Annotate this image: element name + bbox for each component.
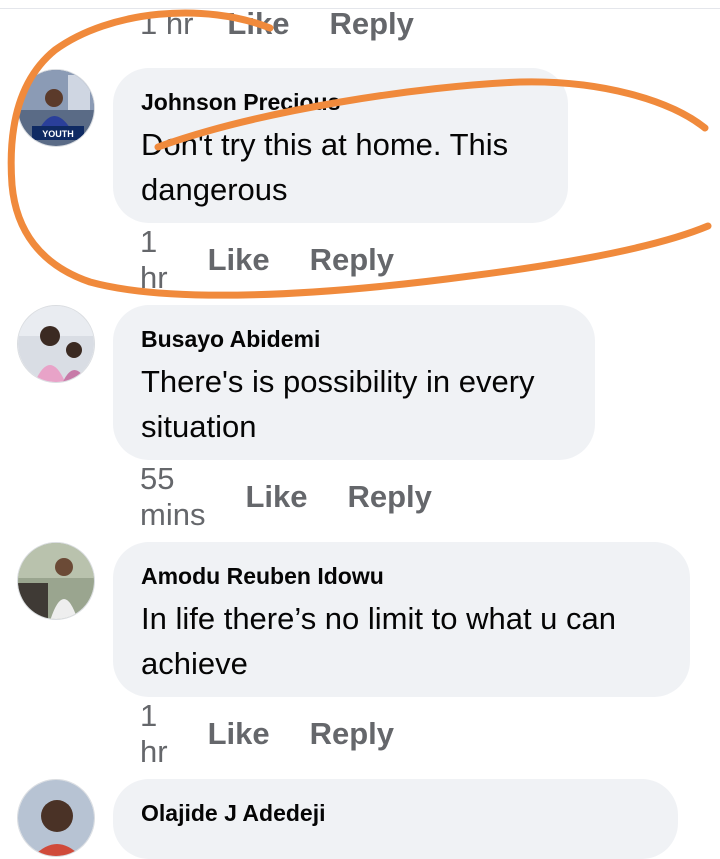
comment-actions: 55 mins Like Reply bbox=[140, 461, 432, 532]
comment-actions-previous: 1 hr Like Reply bbox=[140, 4, 414, 44]
avatar[interactable] bbox=[17, 305, 95, 383]
comment-text: Don't try this at home. This dangerous bbox=[141, 127, 509, 207]
comment-text: In life there’s no limit to what u can a… bbox=[141, 601, 617, 681]
comment-bubble[interactable]: Busayo Abidemi There's is possibility in… bbox=[113, 305, 595, 460]
avatar[interactable] bbox=[17, 779, 95, 857]
avatar[interactable]: YOUTH bbox=[17, 69, 95, 147]
timestamp[interactable]: 1 hr bbox=[140, 224, 168, 296]
like-button[interactable]: Like bbox=[208, 716, 270, 752]
comment-actions: 1 hr Like Reply bbox=[140, 224, 394, 295]
reply-button[interactable]: Reply bbox=[329, 6, 413, 42]
avatar-photo bbox=[18, 543, 94, 619]
like-button[interactable]: Like bbox=[208, 242, 270, 278]
timestamp[interactable]: 1 hr bbox=[140, 6, 193, 42]
author-name[interactable]: Johnson Precious bbox=[141, 88, 540, 116]
timestamp[interactable]: 55 mins bbox=[140, 461, 205, 533]
comment-bubble[interactable]: Amodu Reuben Idowu In life there’s no li… bbox=[113, 542, 690, 697]
reply-button[interactable]: Reply bbox=[310, 242, 394, 278]
avatar[interactable] bbox=[17, 542, 95, 620]
comment-bubble[interactable]: Olajide J Adedeji bbox=[113, 779, 678, 859]
reply-button[interactable]: Reply bbox=[310, 716, 394, 752]
author-name[interactable]: Busayo Abidemi bbox=[141, 325, 567, 353]
reply-button[interactable]: Reply bbox=[347, 479, 431, 515]
avatar-photo bbox=[18, 306, 94, 382]
avatar-badge-text: YOUTH bbox=[42, 129, 74, 139]
comment-actions: 1 hr Like Reply bbox=[140, 698, 394, 769]
avatar-photo bbox=[18, 780, 94, 856]
like-button[interactable]: Like bbox=[227, 6, 289, 42]
like-button[interactable]: Like bbox=[245, 479, 307, 515]
author-name[interactable]: Amodu Reuben Idowu bbox=[141, 562, 662, 590]
comment-bubble[interactable]: Johnson Precious Don't try this at home.… bbox=[113, 68, 568, 223]
comment-text: There's is possibility in every situatio… bbox=[141, 364, 535, 444]
avatar-photo: YOUTH bbox=[18, 70, 94, 146]
timestamp[interactable]: 1 hr bbox=[140, 698, 168, 770]
